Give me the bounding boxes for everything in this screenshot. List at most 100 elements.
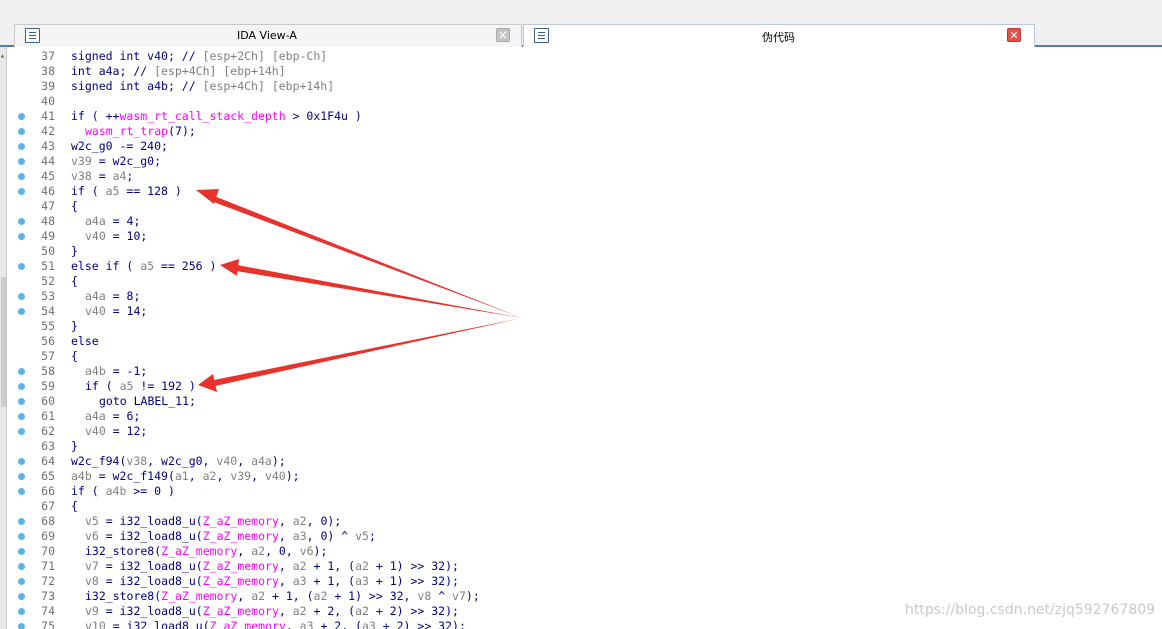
code-text[interactable]: { [71, 349, 78, 364]
code-line[interactable]: 42 wasm_rt_trap(7); [8, 124, 1162, 139]
code-text[interactable]: else if ( a5 == 256 ) [71, 259, 216, 274]
breakpoint-marker-icon[interactable] [18, 113, 25, 120]
code-text[interactable]: v6 = i32_load8_u(Z_aZ_memory, a3, 0) ^ v… [85, 529, 376, 544]
code-line[interactable]: 39 signed int a4b; // [esp+4Ch] [ebp+14h] [8, 79, 1162, 94]
code-line[interactable]: 55} [8, 319, 1162, 334]
breakpoint-marker-icon[interactable] [18, 608, 25, 615]
code-text[interactable]: int a4a; // [esp+4Ch] [ebp+14h] [71, 64, 286, 79]
code-line[interactable]: 57 { [8, 349, 1162, 364]
code-text[interactable]: wasm_rt_trap(7); [85, 124, 196, 139]
code-text[interactable]: v38 = a4; [71, 169, 133, 184]
code-text[interactable]: if ( ++wasm_rt_call_stack_depth > 0x1F4u… [71, 109, 362, 124]
code-text[interactable]: } [71, 244, 78, 259]
breakpoint-marker-icon[interactable] [18, 173, 25, 180]
code-text[interactable]: a4a = 6; [85, 409, 140, 424]
code-text[interactable]: v39 = w2c_g0; [71, 154, 161, 169]
breakpoint-marker-icon[interactable] [18, 488, 25, 495]
code-line[interactable]: 61 a4a = 6; [8, 409, 1162, 424]
code-line[interactable]: 72 v8 = i32_load8_u(Z_aZ_memory, a3 + 1, … [8, 574, 1162, 589]
breakpoint-marker-icon[interactable] [18, 188, 25, 195]
code-text[interactable]: signed int a4b; // [esp+4Ch] [ebp+14h] [71, 79, 334, 94]
code-line[interactable]: 40 [8, 94, 1162, 109]
code-text[interactable]: v8 = i32_load8_u(Z_aZ_memory, a3 + 1, (a… [85, 574, 459, 589]
code-text[interactable]: signed int v40; // [esp+2Ch] [ebp-Ch] [71, 49, 327, 64]
code-text[interactable]: { [71, 499, 78, 514]
breakpoint-marker-icon[interactable] [18, 233, 25, 240]
scroll-up-icon[interactable]: ▴ [0, 51, 5, 60]
breakpoint-marker-icon[interactable] [18, 128, 25, 135]
code-line[interactable]: 59 if ( a5 != 192 ) [8, 379, 1162, 394]
code-line[interactable]: 48 a4a = 4; [8, 214, 1162, 229]
breakpoint-marker-icon[interactable] [18, 548, 25, 555]
code-line[interactable]: 75 v10 = i32_load8_u(Z_aZ_memory, a3 + 2,… [8, 619, 1162, 629]
code-line[interactable]: 71 v7 = i32_load8_u(Z_aZ_memory, a2 + 1, … [8, 559, 1162, 574]
code-line[interactable]: 63} [8, 439, 1162, 454]
code-line[interactable]: 43 w2c_g0 -= 240; [8, 139, 1162, 154]
code-text[interactable]: { [71, 274, 78, 289]
code-text[interactable]: v40 = 12; [85, 424, 147, 439]
code-line[interactable]: 37 signed int v40; // [esp+2Ch] [ebp-Ch] [8, 49, 1162, 64]
code-line[interactable]: 54 v40 = 14; [8, 304, 1162, 319]
breakpoint-marker-icon[interactable] [18, 458, 25, 465]
code-line[interactable]: 45 v38 = a4; [8, 169, 1162, 184]
code-line[interactable]: 69 v6 = i32_load8_u(Z_aZ_memory, a3, 0) ^… [8, 529, 1162, 544]
code-line[interactable]: 52 { [8, 274, 1162, 289]
breakpoint-marker-icon[interactable] [18, 383, 25, 390]
code-text[interactable]: { [71, 199, 78, 214]
code-text[interactable]: } [71, 439, 78, 454]
breakpoint-marker-icon[interactable] [18, 368, 25, 375]
code-line[interactable]: 68 v5 = i32_load8_u(Z_aZ_memory, a2, 0); [8, 514, 1162, 529]
left-scrollbar[interactable]: ▴ [0, 47, 7, 629]
breakpoint-marker-icon[interactable] [18, 218, 25, 225]
code-line[interactable]: 50} [8, 244, 1162, 259]
code-line[interactable]: 49 v40 = 10; [8, 229, 1162, 244]
tab-pseudocode[interactable]: 伪代码 ✕ [523, 24, 1035, 47]
code-line[interactable]: 44 v39 = w2c_g0; [8, 154, 1162, 169]
code-text[interactable]: } [71, 319, 78, 334]
code-line[interactable]: 58 a4b = -1; [8, 364, 1162, 379]
code-text[interactable]: w2c_f94(v38, w2c_g0, v40, a4a); [71, 454, 286, 469]
code-line[interactable]: 53 a4a = 8; [8, 289, 1162, 304]
code-line[interactable]: 67 { [8, 499, 1162, 514]
breakpoint-marker-icon[interactable] [18, 398, 25, 405]
code-line[interactable]: 66 if ( a4b >= 0 ) [8, 484, 1162, 499]
breakpoint-marker-icon[interactable] [18, 158, 25, 165]
code-line[interactable]: 62 v40 = 12; [8, 424, 1162, 439]
breakpoint-marker-icon[interactable] [18, 143, 25, 150]
breakpoint-marker-icon[interactable] [18, 623, 25, 629]
close-ida-view-a-button[interactable]: ✕ [496, 28, 510, 42]
code-text[interactable]: v9 = i32_load8_u(Z_aZ_memory, a2 + 2, (a… [85, 604, 459, 619]
breakpoint-marker-icon[interactable] [18, 578, 25, 585]
code-line[interactable]: 47 { [8, 199, 1162, 214]
code-text[interactable]: a4b = -1; [85, 364, 147, 379]
breakpoint-marker-icon[interactable] [18, 428, 25, 435]
code-line[interactable]: 41 if ( ++wasm_rt_call_stack_depth > 0x1F… [8, 109, 1162, 124]
code-text[interactable]: goto LABEL_11; [99, 394, 196, 409]
breakpoint-marker-icon[interactable] [18, 263, 25, 270]
breakpoint-marker-icon[interactable] [18, 413, 25, 420]
code-text[interactable]: else [71, 334, 99, 349]
code-text[interactable]: v10 = i32_load8_u(Z_aZ_memory, a3 + 2, (… [85, 619, 466, 629]
breakpoint-marker-icon[interactable] [18, 533, 25, 540]
scrollbar-thumb[interactable] [1, 277, 6, 407]
code-text[interactable]: v40 = 10; [85, 229, 147, 244]
code-line[interactable]: 70 i32_store8(Z_aZ_memory, a2, 0, v6); [8, 544, 1162, 559]
code-text[interactable]: a4a = 4; [85, 214, 140, 229]
breakpoint-marker-icon[interactable] [18, 518, 25, 525]
code-text[interactable]: i32_store8(Z_aZ_memory, a2, 0, v6); [85, 544, 327, 559]
code-line[interactable]: 46 if ( a5 == 128 ) [8, 184, 1162, 199]
close-pseudocode-button[interactable]: ✕ [1007, 28, 1021, 42]
code-line[interactable]: 38 int a4a; // [esp+4Ch] [ebp+14h] [8, 64, 1162, 79]
code-text[interactable]: v5 = i32_load8_u(Z_aZ_memory, a2, 0); [85, 514, 341, 529]
code-text[interactable]: v40 = 14; [85, 304, 147, 319]
breakpoint-marker-icon[interactable] [18, 593, 25, 600]
code-text[interactable]: if ( a5 == 128 ) [71, 184, 182, 199]
breakpoint-marker-icon[interactable] [18, 308, 25, 315]
code-text[interactable]: if ( a5 != 192 ) [85, 379, 196, 394]
code-line[interactable]: 51 else if ( a5 == 256 ) [8, 259, 1162, 274]
code-text[interactable]: i32_store8(Z_aZ_memory, a2 + 1, (a2 + 1)… [85, 589, 480, 604]
breakpoint-marker-icon[interactable] [18, 473, 25, 480]
tab-ida-view-a[interactable]: IDA View-A ✕ [14, 24, 522, 47]
code-text[interactable]: if ( a4b >= 0 ) [71, 484, 175, 499]
code-line[interactable]: 60 goto LABEL_11; [8, 394, 1162, 409]
